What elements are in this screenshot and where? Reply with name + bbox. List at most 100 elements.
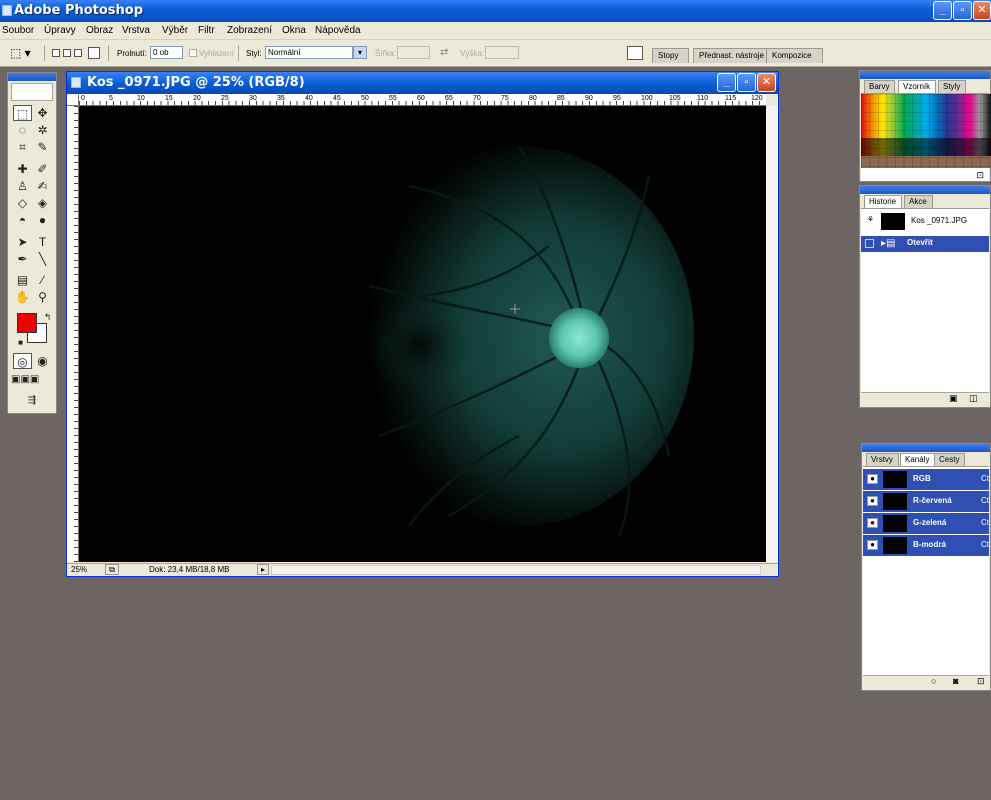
menu-obraz[interactable]: Obraz xyxy=(86,25,113,36)
horizontal-ruler[interactable]: 0 5 10 15 20 25 30 35 40 45 50 55 60 65 … xyxy=(79,94,766,106)
lasso-tool-icon[interactable]: ◌ xyxy=(13,122,32,138)
horizontal-scrollbar[interactable] xyxy=(271,565,761,575)
eye-icon[interactable]: ● xyxy=(867,496,878,506)
tab-kanaly[interactable]: Kanály xyxy=(900,453,936,466)
paint-bucket-icon[interactable]: ◈ xyxy=(33,195,52,211)
eye-icon[interactable]: ● xyxy=(867,474,878,484)
history-brush-icon[interactable]: ✍ xyxy=(33,178,52,194)
tab-vzornik[interactable]: Vzorník xyxy=(898,80,937,93)
menu-vyber[interactable]: Výběr xyxy=(162,25,188,36)
history-source-checkbox[interactable] xyxy=(865,239,874,248)
menu-filtr[interactable]: Filtr xyxy=(198,25,215,36)
menu-soubor[interactable]: Soubor xyxy=(2,25,34,36)
vertical-ruler[interactable] xyxy=(67,106,79,562)
load-selection-icon[interactable]: ○ xyxy=(931,676,936,686)
channel-row[interactable]: ● B-modrá Ct xyxy=(863,535,989,556)
vertical-scrollbar[interactable] xyxy=(766,106,778,562)
tab-cesty[interactable]: Cesty xyxy=(934,453,966,466)
intersect-selection-icon[interactable] xyxy=(88,47,100,59)
quickmask-mode-icon[interactable]: ◉ xyxy=(33,353,52,369)
channel-row[interactable]: ● G-zelená Ct xyxy=(863,513,989,534)
tab-barvy[interactable]: Barvy xyxy=(864,80,896,93)
screen-mode-icons[interactable]: ▣▣▣ xyxy=(11,372,39,388)
slice-tool-icon[interactable]: ✎ xyxy=(33,139,52,155)
well-tab-prednast[interactable]: Přednast. nástroje xyxy=(693,48,775,63)
swap-colors-icon[interactable]: ↰ xyxy=(38,309,57,325)
well-tab-kompozice[interactable]: Kompozice xyxy=(766,48,823,63)
tab-historie[interactable]: Historie xyxy=(864,195,903,208)
history-snapshot[interactable]: ⚘ Kos _0971.JPG xyxy=(861,211,989,232)
marquee-tool-icon[interactable]: ⬚ xyxy=(13,105,32,121)
healing-brush-icon[interactable]: ✚ xyxy=(13,161,32,177)
channel-row[interactable]: ● R-červená Ct xyxy=(863,491,989,512)
image-canvas[interactable] xyxy=(79,106,766,562)
menu-zobrazeni[interactable]: Zobrazení xyxy=(227,25,272,36)
ruler-corner[interactable] xyxy=(67,94,79,106)
menu-okna[interactable]: Okna xyxy=(282,25,306,36)
path-selection-icon[interactable]: ➤ xyxy=(13,234,32,250)
zoom-tool-icon[interactable]: ⚲ xyxy=(33,289,52,305)
history-brush-source-icon[interactable]: ⚘ xyxy=(865,216,876,226)
eye-icon[interactable]: ● xyxy=(867,540,878,550)
dodge-tool-icon[interactable]: ● xyxy=(33,212,52,228)
channel-row[interactable]: ● RGB Ct xyxy=(863,469,989,490)
standard-mode-icon[interactable]: ◎ xyxy=(13,353,32,369)
add-selection-icon[interactable] xyxy=(63,49,71,57)
history-step[interactable]: ▸▤ Otevřít xyxy=(861,236,989,252)
new-channel-icon[interactable]: ⊡ xyxy=(977,676,985,687)
swatch-grid[interactable] xyxy=(861,93,991,181)
doc-close-button[interactable]: ✕ xyxy=(757,73,776,92)
eyedropper-icon[interactable]: ⁄ xyxy=(33,272,52,288)
zoom-level[interactable]: 25% xyxy=(71,565,87,574)
crop-tool-icon[interactable]: ⌗ xyxy=(13,139,32,155)
subtract-selection-icon[interactable] xyxy=(74,49,82,57)
antialias-checkbox[interactable] xyxy=(189,49,197,57)
jump-to-imageready-icon[interactable]: ⇶ xyxy=(13,393,51,409)
status-arrow-icon[interactable]: ▸ xyxy=(257,564,269,575)
file-browser-icon[interactable] xyxy=(627,46,643,60)
style-select[interactable]: Normální xyxy=(265,46,353,59)
minimize-button[interactable]: _ xyxy=(933,1,952,20)
magic-wand-icon[interactable]: ✲ xyxy=(33,122,52,138)
feather-logo-icon[interactable] xyxy=(11,83,53,101)
blur-tool-icon[interactable]: ◓ xyxy=(13,212,32,228)
type-tool-icon[interactable]: T xyxy=(33,234,52,250)
hand-tool-icon[interactable]: ✋ xyxy=(13,289,32,305)
pen-tool-icon[interactable]: ✒ xyxy=(13,251,32,267)
feather-input[interactable]: 0 ob xyxy=(150,46,183,59)
panel-header[interactable] xyxy=(860,71,990,79)
color-swatches[interactable] xyxy=(861,94,991,168)
tab-akce[interactable]: Akce xyxy=(904,195,933,208)
default-colors-icon[interactable]: ■ xyxy=(11,335,30,351)
foreground-color-swatch-top[interactable] xyxy=(17,313,37,333)
doc-maximize-button[interactable]: ▫ xyxy=(737,73,756,92)
toolbox-header[interactable] xyxy=(8,73,56,81)
camera-icon[interactable]: ◫ xyxy=(969,393,978,404)
line-tool-icon[interactable]: ╲ xyxy=(33,251,52,267)
eraser-tool-icon[interactable]: ◇ xyxy=(13,195,32,211)
menu-napoveda[interactable]: Nápověda xyxy=(315,25,361,36)
menu-upravy[interactable]: Úpravy xyxy=(44,25,76,36)
width-input[interactable] xyxy=(397,46,430,59)
close-button[interactable]: ✕ xyxy=(973,1,991,20)
new-selection-icon[interactable] xyxy=(52,49,60,57)
panel-header[interactable] xyxy=(862,444,990,452)
status-menu-icon[interactable]: ⧉ xyxy=(105,564,119,575)
notes-tool-icon[interactable]: ▤ xyxy=(13,272,32,288)
maximize-button[interactable]: ▫ xyxy=(953,1,972,20)
marquee-preset-icon[interactable]: ⬚ ▾ xyxy=(10,46,31,60)
tab-vrstvy[interactable]: Vrstvy xyxy=(866,453,899,466)
brush-tool-icon[interactable]: ✐ xyxy=(33,161,52,177)
doc-minimize-button[interactable]: _ xyxy=(717,73,736,92)
document-titlebar[interactable]: Kos _0971.JPG @ 25% (RGB/8) _ ▫ ✕ xyxy=(67,72,778,94)
save-selection-icon[interactable]: ◙ xyxy=(953,676,958,686)
new-swatch-icon[interactable]: ⊡ xyxy=(976,170,984,181)
eye-icon[interactable]: ● xyxy=(867,518,878,528)
panel-header[interactable] xyxy=(860,186,990,194)
chevron-down-icon[interactable]: ▾ xyxy=(353,46,367,59)
new-snapshot-icon[interactable]: ▣ xyxy=(949,393,958,404)
height-input[interactable] xyxy=(485,46,519,59)
well-tab-stopy[interactable]: Stopy xyxy=(652,48,690,63)
swap-icon[interactable]: ⇄ xyxy=(440,47,448,58)
menu-vrstva[interactable]: Vrstva xyxy=(122,25,150,36)
